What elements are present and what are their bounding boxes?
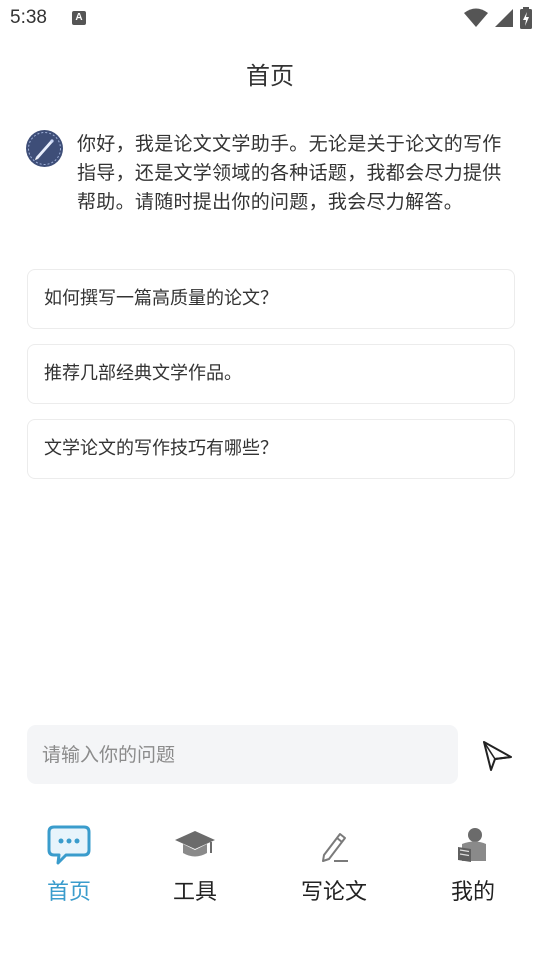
tab-write-paper-label: 写论文	[300, 880, 367, 905]
graduation-cap-icon	[175, 831, 215, 857]
welcome-text: 你好，我是论文文学助手。无论是关于论文的写作指导，还是文学领域的各种话题，我都会…	[77, 133, 502, 213]
tab-tools[interactable]: 工具	[140, 810, 250, 906]
suggestion-item[interactable]: 文学论文的写作技巧有哪些？	[27, 419, 515, 479]
send-button[interactable]	[479, 737, 515, 773]
battery-icon	[520, 7, 532, 29]
suggestion-item[interactable]: 推荐几部经典文学作品。	[27, 344, 515, 404]
tab-home-label: 首页	[46, 880, 91, 905]
assistant-avatar	[26, 130, 63, 167]
paper-plane-icon	[483, 741, 512, 771]
assistant-message: 你好，我是论文文学助手。无论是关于论文的写作指导，还是文学领域的各种话题，我都会…	[26, 130, 516, 217]
bottom-tab-bar: 首页 工具 写论文 我的	[0, 810, 540, 920]
notification-icon: A	[72, 11, 86, 25]
wifi-icon	[464, 8, 488, 27]
status-icons	[464, 7, 532, 29]
tab-tools-label: 工具	[172, 880, 217, 905]
suggestion-item[interactable]: 如何撰写一篇高质量的论文？	[27, 269, 515, 329]
pen-logo-icon	[28, 132, 61, 165]
tab-home[interactable]: 首页	[14, 810, 124, 906]
user-reading-icon	[458, 828, 486, 862]
signal-icon	[495, 9, 513, 27]
tab-write-paper[interactable]: 写论文	[279, 810, 389, 906]
tab-profile-label: 我的	[450, 880, 495, 905]
question-input[interactable]	[27, 725, 458, 784]
page-title: 首页	[246, 62, 294, 90]
tab-profile[interactable]: 我的	[418, 810, 528, 906]
question-input-container	[27, 725, 458, 784]
pencil-icon	[322, 833, 348, 862]
chat-bubble-icon	[47, 825, 91, 865]
status-bar: 5:38 A	[0, 0, 540, 38]
status-time: 5:38	[10, 7, 47, 28]
